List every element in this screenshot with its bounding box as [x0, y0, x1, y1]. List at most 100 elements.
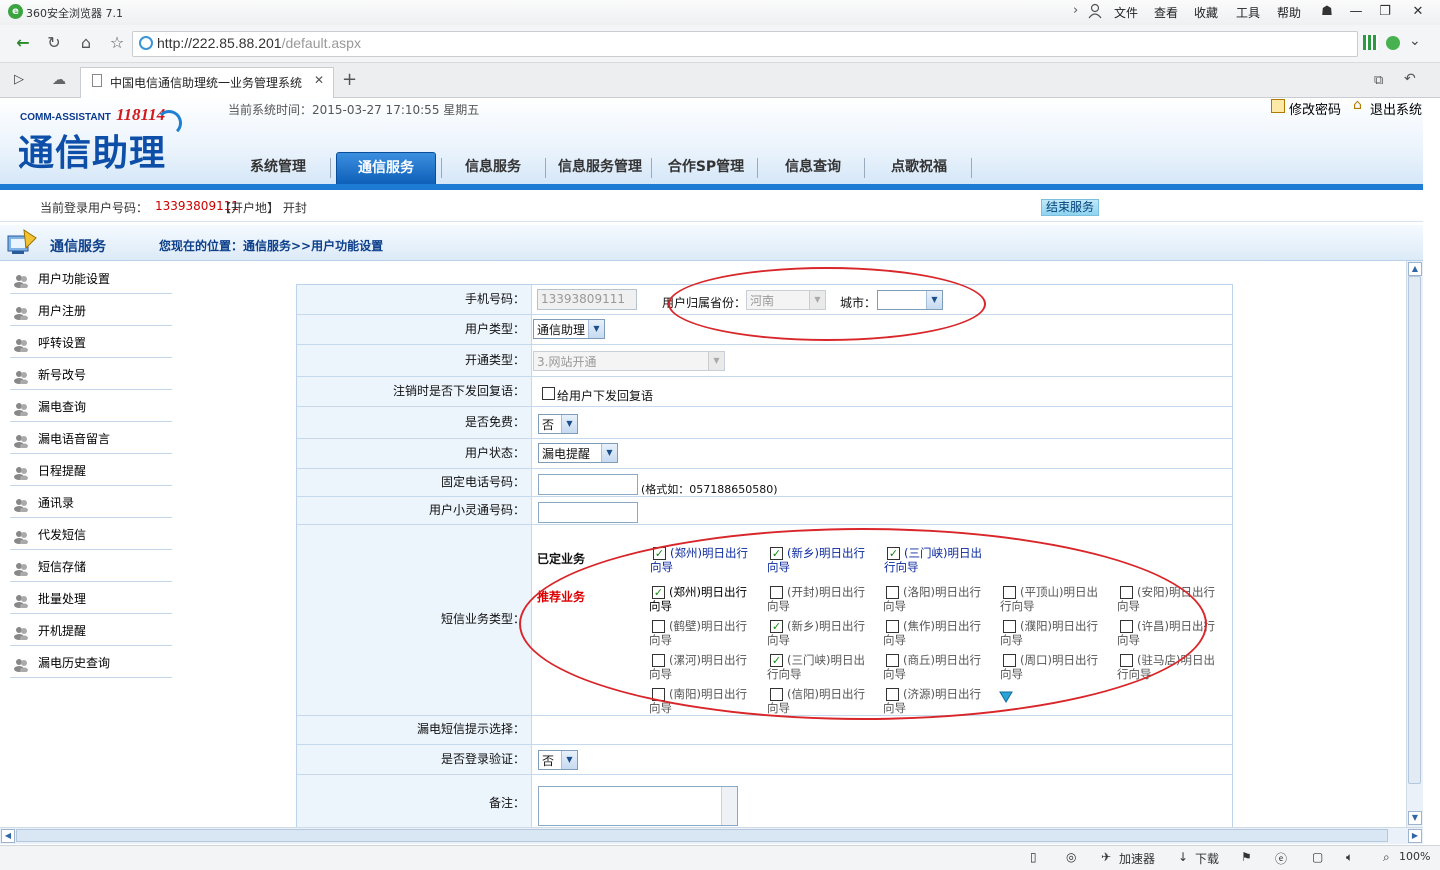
- cancel-reply-checkbox[interactable]: [542, 387, 555, 400]
- qrcode-icon[interactable]: [1363, 35, 1378, 50]
- sidebar-item[interactable]: 用户功能设置: [10, 262, 172, 294]
- logout-link[interactable]: 退出系统: [1370, 99, 1422, 118]
- ie-icon[interactable]: ⓔ: [1275, 850, 1287, 867]
- back-button[interactable]: ←: [11, 31, 35, 55]
- skin-icon[interactable]: ☗: [1314, 2, 1340, 22]
- service-label[interactable]: (洛阳)明日出行向导: [883, 585, 988, 613]
- menu-help[interactable]: 帮助: [1277, 4, 1301, 21]
- refresh-status-icon[interactable]: ◎: [1066, 850, 1076, 864]
- service-label[interactable]: (新乡)明日出行向导: [767, 619, 872, 647]
- service-label[interactable]: (郑州)明日出行向导: [650, 546, 755, 574]
- window-icon[interactable]: ▢: [1312, 850, 1323, 864]
- home-button[interactable]: ⌂: [74, 31, 98, 55]
- new-tab-button[interactable]: +: [342, 69, 357, 90]
- phone-field[interactable]: 13393809111: [537, 289, 637, 310]
- sidebar-item[interactable]: 短信存储: [10, 550, 172, 582]
- download-label[interactable]: 下载: [1195, 850, 1219, 867]
- service-label[interactable]: (周口)明日出行向导: [1000, 653, 1105, 681]
- sidebar-item[interactable]: 代发短信: [10, 518, 172, 550]
- service-label[interactable]: (三门峡)明日出行向导: [884, 546, 989, 574]
- sidebar-item[interactable]: 漏电语音留言: [10, 422, 172, 454]
- mobile-icon[interactable]: ▯: [1030, 850, 1037, 864]
- service-label[interactable]: (驻马店)明日出行向导: [1117, 653, 1222, 681]
- sidebar-item[interactable]: 用户注册: [10, 294, 172, 326]
- security-icon[interactable]: [1386, 36, 1400, 50]
- service-label[interactable]: (濮阳)明日出行向导: [1000, 619, 1105, 647]
- sidebar-item[interactable]: 批量处理: [10, 582, 172, 614]
- province-select[interactable]: 河南 ▼: [746, 290, 826, 310]
- login-verify-select[interactable]: 否 ▼: [538, 750, 578, 770]
- sidebar-item[interactable]: 日程提醒: [10, 454, 172, 486]
- user-account-icon[interactable]: [1088, 3, 1102, 19]
- nav-info-query[interactable]: 信息查询: [762, 152, 864, 184]
- service-label[interactable]: (开封)明日出行向导: [767, 585, 872, 613]
- service-label[interactable]: (三门峡)明日出行向导: [767, 653, 872, 681]
- minimize-button[interactable]: —: [1343, 2, 1369, 22]
- zoom-level[interactable]: 100%: [1399, 850, 1430, 863]
- sidebar-item[interactable]: 漏电历史查询: [10, 646, 172, 678]
- chevron-down-icon[interactable]: ⌄: [1409, 33, 1421, 49]
- menu-favorites[interactable]: 收藏: [1194, 4, 1218, 21]
- menu-view[interactable]: 查看: [1154, 4, 1178, 21]
- city-select[interactable]: ▼: [877, 290, 943, 310]
- status-select[interactable]: 漏电提醒 ▼: [538, 443, 618, 463]
- service-label[interactable]: (新乡)明日出行向导: [767, 546, 872, 574]
- remark-textarea[interactable]: [538, 786, 738, 826]
- scroll-up-icon[interactable]: ▲: [1408, 262, 1422, 276]
- undo-close-icon[interactable]: ↶: [1404, 71, 1416, 87]
- service-label[interactable]: (鹤壁)明日出行向导: [649, 619, 754, 647]
- sidebar-item[interactable]: 通讯录: [10, 486, 172, 518]
- download-icon[interactable]: ↓: [1178, 850, 1188, 864]
- accelerator-label[interactable]: 加速器: [1119, 850, 1155, 867]
- expand-down-icon[interactable]: [999, 691, 1013, 703]
- end-service-button[interactable]: 结束服务: [1041, 199, 1099, 216]
- service-label[interactable]: (商丘)明日出行向导: [883, 653, 988, 681]
- maximize-button[interactable]: ❐: [1372, 2, 1398, 22]
- cloud-icon[interactable]: ☁: [52, 72, 66, 88]
- sidebar-item[interactable]: 漏电查询: [10, 390, 172, 422]
- service-label[interactable]: (平顶山)明日出行向导: [1000, 585, 1105, 613]
- fixed-phone-field[interactable]: [538, 474, 638, 495]
- scroll-left-icon[interactable]: ◀: [1, 829, 15, 843]
- zoom-icon[interactable]: ⌕: [1383, 850, 1390, 865]
- free-select[interactable]: 否 ▼: [538, 414, 578, 434]
- menu-file[interactable]: 文件: [1114, 4, 1138, 21]
- sidebar-item[interactable]: 开机提醒: [10, 614, 172, 646]
- sidebar-item[interactable]: 新号改号: [10, 358, 172, 390]
- horizontal-scroll-thumb[interactable]: [16, 829, 1388, 842]
- scroll-right-icon[interactable]: ▶: [1408, 829, 1422, 843]
- scroll-down-icon[interactable]: ▼: [1408, 811, 1422, 825]
- nav-info-service[interactable]: 信息服务: [446, 152, 540, 184]
- volume-icon[interactable]: 🔈︎: [1346, 850, 1353, 865]
- nav-song-wish[interactable]: 点歌祝福: [868, 152, 970, 184]
- menu-tools[interactable]: 工具: [1236, 4, 1260, 21]
- remark-scrollbar[interactable]: [721, 787, 737, 825]
- sidebar-item[interactable]: 呼转设置: [10, 326, 172, 358]
- user-type-select[interactable]: 通信助理 ▼: [533, 319, 605, 339]
- open-type-select[interactable]: 3.网站开通 ▼: [533, 351, 725, 371]
- close-tab-icon[interactable]: ✕: [314, 73, 324, 87]
- nav-sp-manage[interactable]: 合作SP管理: [656, 152, 756, 184]
- service-label[interactable]: (南阳)明日出行向导: [649, 687, 754, 715]
- address-url[interactable]: http://222.85.88.201/default.aspx: [157, 35, 361, 51]
- phs-field[interactable]: [538, 502, 638, 523]
- favorite-star-icon[interactable]: ☆: [105, 31, 129, 55]
- chevron-right-icon[interactable]: ›: [1073, 3, 1078, 18]
- service-label[interactable]: (安阳)明日出行向导: [1117, 585, 1222, 613]
- nav-info-service-manage[interactable]: 信息服务管理: [550, 152, 650, 184]
- service-label[interactable]: (济源)明日出行向导: [883, 687, 988, 715]
- service-label[interactable]: (漯河)明日出行向导: [649, 653, 754, 681]
- close-window-button[interactable]: ✕: [1405, 2, 1431, 22]
- restore-tab-icon[interactable]: ⧉: [1374, 73, 1383, 88]
- refresh-button[interactable]: ↻: [42, 31, 66, 55]
- sidebar-toggle-icon[interactable]: ▷: [14, 72, 24, 87]
- service-label[interactable]: (许昌)明日出行向导: [1117, 619, 1222, 647]
- service-label[interactable]: (郑州)明日出行向导: [649, 585, 754, 613]
- rocket-icon[interactable]: ✈: [1101, 850, 1111, 864]
- nav-system-manage[interactable]: 系统管理: [232, 152, 324, 184]
- vertical-scroll-thumb[interactable]: [1408, 276, 1421, 784]
- service-label[interactable]: (焦作)明日出行向导: [883, 619, 988, 647]
- nav-comm-service[interactable]: 通信服务: [336, 152, 436, 184]
- change-password-link[interactable]: 修改密码: [1289, 99, 1341, 118]
- service-label[interactable]: (信阳)明日出行向导: [767, 687, 872, 715]
